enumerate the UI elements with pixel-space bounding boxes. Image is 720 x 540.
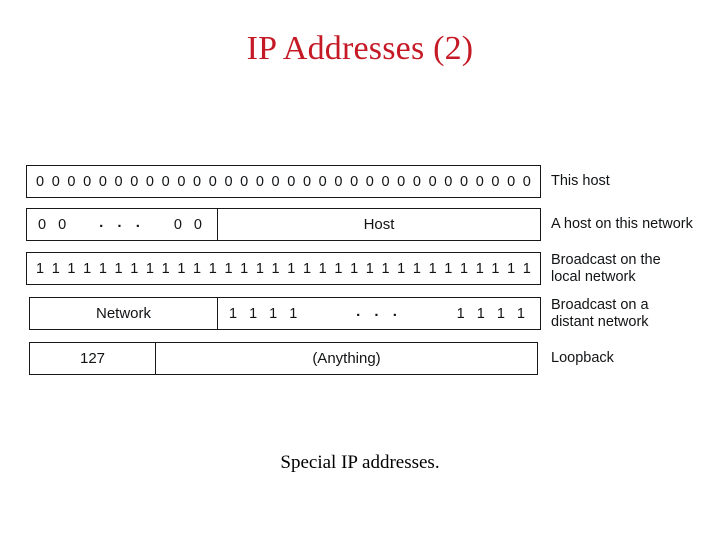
row-description-broadcast-local: Broadcast on the local network — [551, 252, 661, 285]
bit-digit: 1 — [208, 260, 217, 277]
bit-digit: 0 — [287, 173, 296, 190]
bit-digit: 1 — [271, 260, 280, 277]
bit-digit: 1 — [350, 260, 359, 277]
table-row: 00000000000000000000000000000000 — [26, 165, 541, 198]
bit-prefix: 1 1 1 1 — [229, 305, 302, 322]
bit-digit: 0 — [491, 173, 500, 190]
loopback-prefix-label: 127 — [79, 350, 106, 367]
table-row: Network 1 1 1 1 . . . 1 1 1 1 — [29, 297, 541, 330]
bit-digit: 1 — [83, 260, 92, 277]
bit-digit: 0 — [98, 173, 107, 190]
row-description-loopback: Loopback — [551, 350, 614, 366]
bit-digit: 1 — [224, 260, 233, 277]
bit-digit: 1 — [98, 260, 107, 277]
bit-digit: 0 — [83, 173, 92, 190]
bit-digit: 0 — [208, 173, 217, 190]
row-description-broadcast-distant: Broadcast on a distant network — [551, 297, 649, 330]
bit-digit: 0 — [397, 173, 406, 190]
bit-string-zeros: 00000000000000000000000000000000 — [27, 174, 540, 190]
table-row: 11111111111111111111111111111111 — [26, 252, 541, 285]
table-row: 0 0 . . . 0 0 Host — [26, 208, 541, 241]
bit-suffix: 1 1 1 1 — [456, 305, 529, 322]
bit-prefix: 0 0 — [38, 216, 71, 233]
bit-digit: 0 — [459, 173, 469, 190]
bit-digit: 1 — [475, 260, 484, 277]
bit-digit: 1 — [161, 260, 170, 277]
bit-digit: 0 — [161, 173, 170, 190]
bit-digit: 1 — [459, 260, 469, 277]
bit-digit: 0 — [240, 173, 249, 190]
bits-cell-zero-prefix: 0 0 . . . 0 0 — [26, 208, 218, 241]
bit-group-zeros: 0 0 . . . 0 0 — [27, 214, 217, 233]
bit-digit: 1 — [51, 260, 60, 277]
bit-digit: 1 — [507, 260, 516, 277]
bit-digit: 1 — [365, 260, 374, 277]
bits-cell-all-zeros: 00000000000000000000000000000000 — [26, 165, 541, 198]
row-description-this-host: This host — [551, 173, 610, 189]
bit-digit: 1 — [114, 260, 123, 277]
bit-digit: 0 — [318, 173, 327, 190]
bits-cell-ones-group: 1 1 1 1 . . . 1 1 1 1 — [218, 297, 541, 330]
bit-digit: 1 — [318, 260, 327, 277]
bit-digit: 1 — [145, 260, 154, 277]
bit-digit: 1 — [302, 260, 312, 277]
bit-digit: 1 — [287, 260, 296, 277]
bit-digit: 1 — [177, 260, 186, 277]
bit-digit: 1 — [444, 260, 453, 277]
bit-digit: 1 — [522, 260, 531, 277]
bit-digit: 1 — [381, 260, 390, 277]
host-field-cell: Host — [218, 208, 541, 241]
ellipsis: . . . — [356, 303, 402, 320]
loopback-prefix-cell: 127 — [29, 342, 156, 375]
bit-string-ones: 11111111111111111111111111111111 — [27, 261, 540, 277]
bit-digit: 0 — [145, 173, 154, 190]
network-field-label: Network — [95, 305, 151, 322]
bit-digit: 1 — [397, 260, 406, 277]
bit-digit: 0 — [193, 173, 202, 190]
bit-digit: 0 — [224, 173, 233, 190]
bit-digit: 0 — [350, 173, 359, 190]
host-field-label: Host — [363, 216, 395, 233]
bit-digit: 1 — [334, 260, 343, 277]
bit-digit: 1 — [428, 260, 437, 277]
bit-digit: 0 — [381, 173, 390, 190]
bit-digit: 1 — [36, 260, 45, 277]
bit-digit: 0 — [114, 173, 123, 190]
bit-digit: 0 — [334, 173, 343, 190]
bit-digit: 1 — [412, 260, 421, 277]
bit-digit: 0 — [177, 173, 186, 190]
bit-digit: 0 — [412, 173, 421, 190]
bit-suffix: 0 0 — [173, 216, 206, 233]
bit-digit: 1 — [255, 260, 264, 277]
bit-digit: 1 — [240, 260, 249, 277]
bit-digit: 0 — [51, 173, 60, 190]
bit-digit: 1 — [67, 260, 76, 277]
bit-digit: 0 — [428, 173, 437, 190]
network-field-cell: Network — [29, 297, 218, 330]
bit-digit: 0 — [475, 173, 484, 190]
bit-digit: 0 — [302, 173, 312, 190]
row-description-host-on-this-network: A host on this network — [551, 216, 693, 232]
ellipsis: . . . — [99, 214, 145, 231]
bit-digit: 1 — [130, 260, 139, 277]
bit-digit: 1 — [193, 260, 202, 277]
bit-digit: 0 — [507, 173, 516, 190]
bit-digit: 0 — [365, 173, 374, 190]
bit-digit: 0 — [522, 173, 531, 190]
loopback-anything-label: (Anything) — [312, 350, 381, 367]
bit-digit: 0 — [255, 173, 264, 190]
bit-digit: 1 — [491, 260, 500, 277]
table-row: 127 (Anything) — [29, 342, 538, 375]
loopback-anything-cell: (Anything) — [156, 342, 538, 375]
bit-group-ones: 1 1 1 1 . . . 1 1 1 1 — [218, 303, 540, 322]
bit-digit: 0 — [67, 173, 76, 190]
bit-digit: 0 — [36, 173, 45, 190]
bit-digit: 0 — [444, 173, 453, 190]
figure-caption: Special IP addresses. — [280, 452, 440, 473]
bits-cell-all-ones: 11111111111111111111111111111111 — [26, 252, 541, 285]
bit-digit: 0 — [130, 173, 139, 190]
bit-digit: 0 — [271, 173, 280, 190]
